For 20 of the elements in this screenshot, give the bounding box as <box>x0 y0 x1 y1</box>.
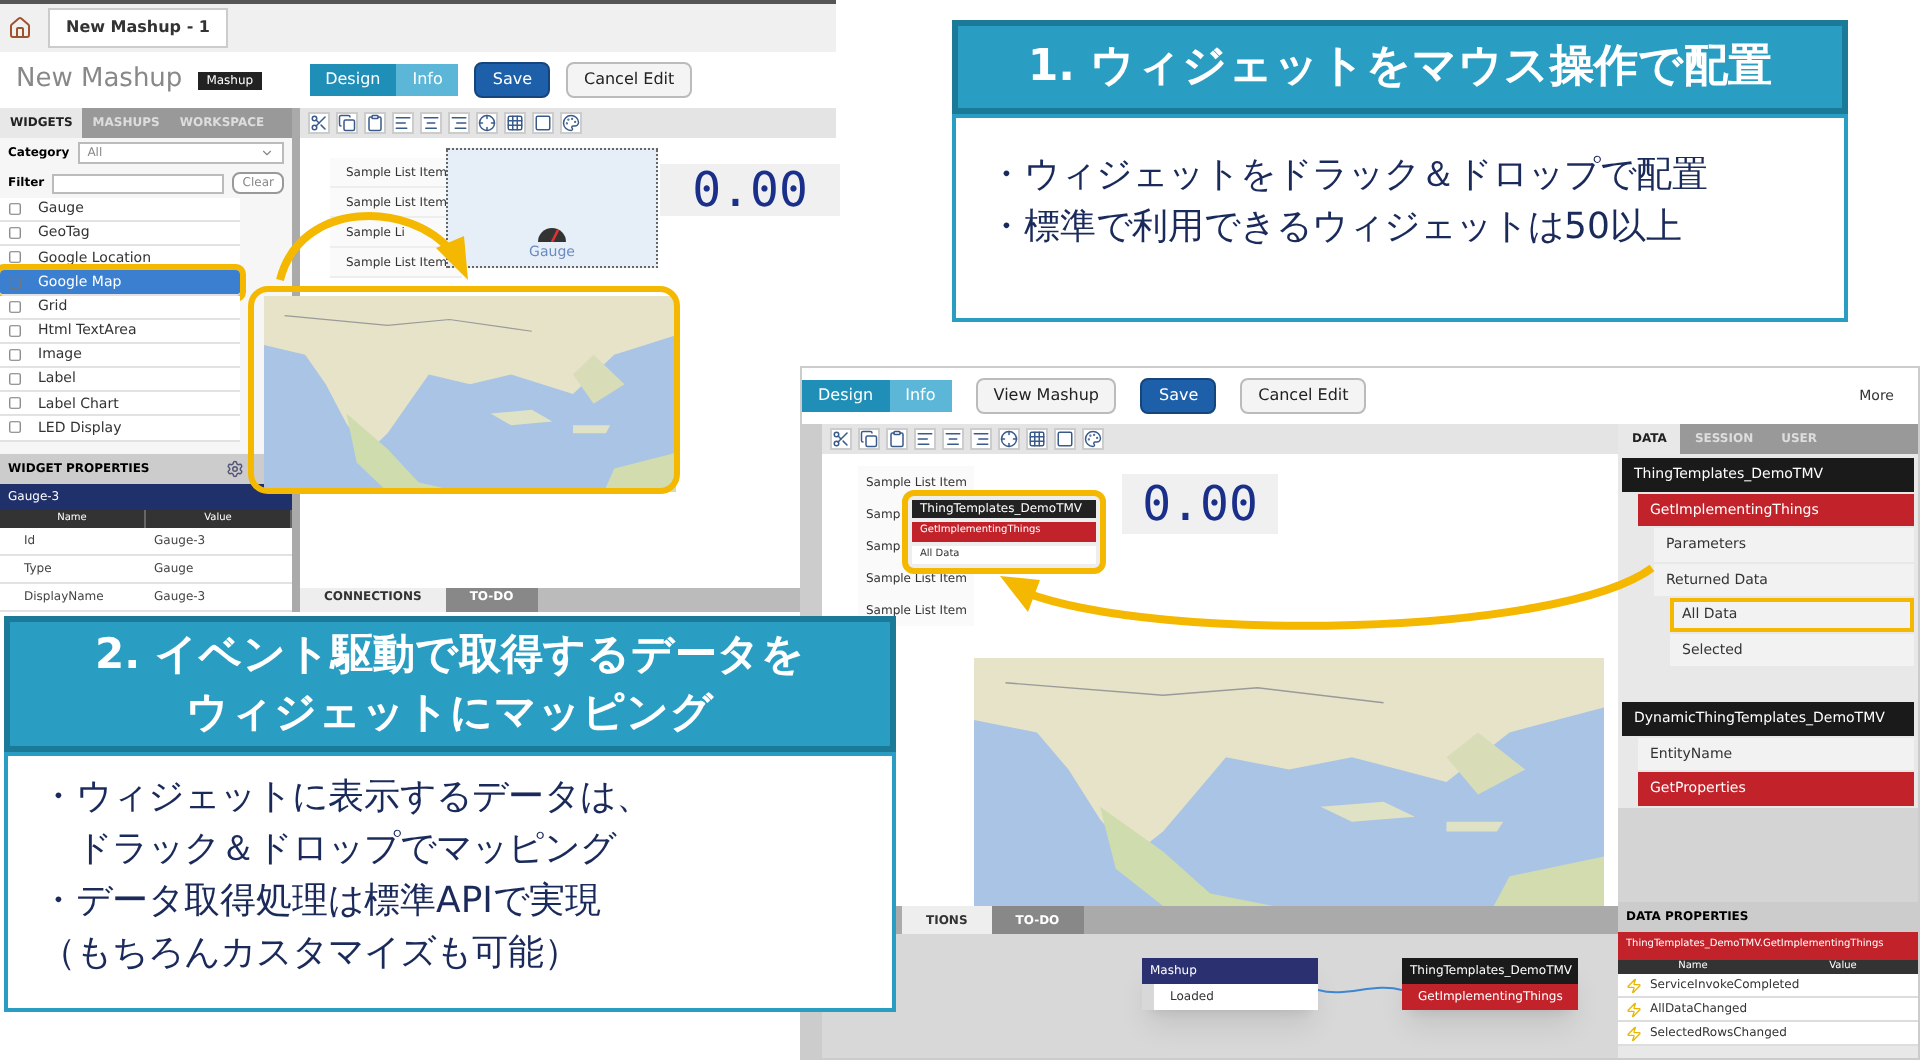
bullet-text: ・データ取得処理は標準APIで実現 <box>40 878 603 926</box>
bullet-text: ・標準で利用できるウィジェットは50以上 <box>988 204 1684 252</box>
title-line: 2. イベント駆動で取得するデータを <box>93 628 807 682</box>
toolbar-button[interactable]: Cancel Edit <box>566 62 693 98</box>
mashup-title: New Mashup <box>16 62 183 99</box>
toolbar-button[interactable]: Save <box>1140 378 1217 414</box>
bullet-text: ドラック＆ドロップでマッピング <box>74 826 619 874</box>
title-line: ウィジェットにマッピング <box>184 686 716 740</box>
toolbar-button[interactable]: Save <box>474 62 550 98</box>
mode-tab[interactable]: Design <box>309 64 397 96</box>
document-tab[interactable]: New Mashup - 1 <box>48 8 228 48</box>
led-display: 0.00 <box>1122 474 1278 534</box>
bullet-text: ・ウィジェットをドラック＆ドロップで配置 <box>988 152 1710 200</box>
mode-tab[interactable]: Design <box>802 380 890 412</box>
toolbar-button[interactable]: View Mashup <box>975 378 1117 414</box>
led-display: 0.00 <box>660 164 840 216</box>
callout-title: 1. ウィジェットをマウス操作で配置 <box>952 20 1848 114</box>
toolbar-button[interactable]: Cancel Edit <box>1240 378 1367 414</box>
bullet-text: （もちろんカスタマイズも可能） <box>40 930 582 978</box>
bullet-text: ・ウィジェットに表示するデータは、 <box>40 774 654 822</box>
